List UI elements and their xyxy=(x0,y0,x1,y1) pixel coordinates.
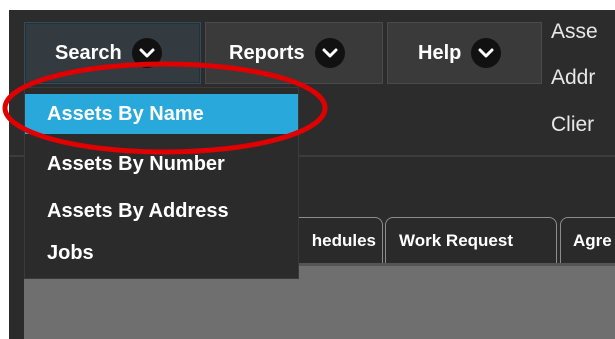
tab-work-request[interactable]: Work Request xyxy=(385,217,557,263)
tab-schedules-label: hedules xyxy=(311,230,376,250)
help-menu-button[interactable]: Help xyxy=(387,22,542,84)
side-label-assets: Asse xyxy=(551,20,598,43)
tab-agreements[interactable]: Agre xyxy=(560,217,615,263)
tab-work-request-label: Work Request xyxy=(399,230,513,250)
menu-item-label: Jobs xyxy=(47,241,94,264)
menu-item-label: Assets By Address xyxy=(47,199,229,222)
side-label-address: Addr xyxy=(551,66,596,89)
chevron-down-icon xyxy=(471,38,502,68)
menu-item-jobs[interactable]: Jobs xyxy=(25,233,298,273)
highlight-ellipse xyxy=(2,61,328,155)
help-menu-label: Help xyxy=(418,41,462,64)
side-label-client: Clier xyxy=(551,113,595,136)
menu-item-assets-by-address[interactable]: Assets By Address xyxy=(25,191,298,231)
tab-agreements-label: Agre xyxy=(573,230,612,250)
